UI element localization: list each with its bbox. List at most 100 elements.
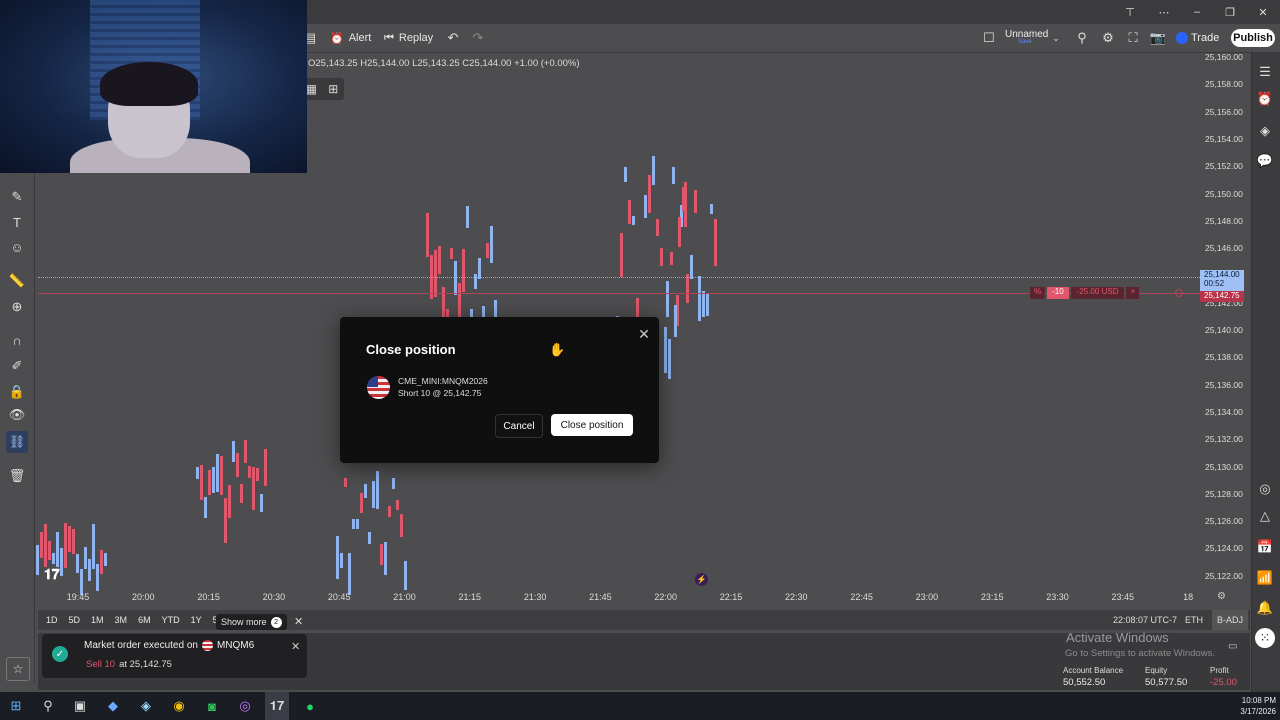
magnet-icon[interactable]: ∩ bbox=[6, 329, 28, 351]
time-axis-label: 23:15 bbox=[980, 592, 1004, 602]
toast-side: Sell 10 bbox=[86, 659, 116, 670]
layout-save-label[interactable]: Save bbox=[1018, 39, 1032, 45]
discord-icon[interactable]: ◙ bbox=[200, 692, 224, 720]
axis-settings-icon[interactable]: ⚙ bbox=[1217, 591, 1226, 602]
quick-search-icon[interactable]: ⚲ bbox=[1072, 24, 1092, 52]
status-time[interactable]: 22:08:07 UTC-7 bbox=[1113, 610, 1177, 630]
candle bbox=[248, 466, 251, 479]
toast-close-icon[interactable]: ✕ bbox=[291, 640, 300, 653]
session-label[interactable]: ETH bbox=[1185, 610, 1203, 630]
feed-icon[interactable]: 📶 bbox=[1255, 568, 1275, 588]
chevron-down-icon[interactable]: ⌄ bbox=[1046, 24, 1066, 52]
panel-collapse-icon[interactable]: ▭ bbox=[1228, 641, 1237, 652]
trade-button[interactable]: Trade bbox=[1176, 29, 1219, 47]
range-button-1d[interactable]: 1D bbox=[46, 615, 58, 625]
show-more-button[interactable]: Show more 2 bbox=[216, 614, 287, 630]
close-show-more-icon[interactable]: ✕ bbox=[294, 615, 303, 628]
apps-grid-icon[interactable]: ⁙ bbox=[1255, 628, 1275, 648]
brush-icon[interactable]: ✎ bbox=[6, 186, 28, 208]
notifications-icon[interactable]: 🔔 bbox=[1255, 598, 1275, 618]
app-icon[interactable]: ◈ bbox=[134, 692, 158, 720]
price-axis[interactable]: 25,160.00 25,158.00 25,156.00 25,154.00 25,1… bbox=[1200, 52, 1250, 606]
close-icon[interactable]: ✕ bbox=[635, 325, 653, 343]
candle bbox=[60, 548, 63, 576]
publish-button[interactable]: Publish bbox=[1231, 29, 1275, 47]
position-percent[interactable]: % bbox=[1030, 287, 1046, 299]
candle bbox=[360, 493, 363, 513]
target-icon[interactable]: ◎ bbox=[1255, 479, 1275, 499]
favorite-star-icon[interactable]: ☆ bbox=[6, 657, 30, 681]
settings-icon[interactable]: ⚙ bbox=[1098, 24, 1118, 52]
close-window-icon[interactable]: ✕ bbox=[1253, 4, 1273, 20]
range-button-1y[interactable]: 1Y bbox=[191, 615, 202, 625]
redo-icon[interactable]: ↷ bbox=[468, 24, 488, 52]
zoom-in-icon[interactable]: ⊕ bbox=[6, 296, 28, 318]
event-marker-icon[interactable]: ⚡ bbox=[695, 573, 708, 586]
lock-icon[interactable]: 🔒 bbox=[6, 381, 28, 403]
fullscreen-icon[interactable]: ⛶ bbox=[1123, 24, 1143, 52]
copilot-icon[interactable]: ◆ bbox=[101, 692, 125, 720]
camera-icon[interactable]: 📷 bbox=[1148, 24, 1168, 52]
current-price-tag: 25,144.00 00:52 bbox=[1200, 270, 1244, 291]
range-button-5d[interactable]: 5D bbox=[69, 615, 81, 625]
price-axis-label: 25,146.00 bbox=[1205, 243, 1243, 254]
replay-label: Replay bbox=[398, 32, 434, 44]
trade-label: Trade bbox=[1191, 32, 1220, 44]
toast-symbol[interactable]: MNQM6 bbox=[217, 640, 254, 651]
restore-icon[interactable]: ❐ bbox=[1220, 4, 1240, 20]
emoji-icon[interactable]: ☺ bbox=[6, 236, 28, 258]
price-axis-label: 25,124.00 bbox=[1205, 543, 1243, 554]
alerts-clock-icon[interactable]: ⏰ bbox=[1255, 89, 1275, 109]
minimize-icon[interactable]: – bbox=[1187, 4, 1207, 20]
close-position-button[interactable]: Close position bbox=[551, 414, 633, 436]
time-axis-label: 21:00 bbox=[393, 592, 416, 602]
dialog-position: Short 10 @ 25,142.75 bbox=[398, 388, 482, 398]
price-axis-label: 25,132.00 bbox=[1205, 434, 1243, 445]
time-axis-label: 19:45 bbox=[66, 592, 90, 602]
candle bbox=[396, 500, 399, 510]
calendar-icon[interactable]: 📅 bbox=[1255, 537, 1275, 557]
lock-drawing-icon[interactable]: ✐ bbox=[6, 355, 28, 377]
candle bbox=[224, 498, 227, 544]
trash-icon[interactable]: 🗑 bbox=[6, 465, 28, 487]
spotify-icon[interactable]: ● bbox=[298, 692, 322, 720]
layout-icon[interactable]: ☐ bbox=[979, 24, 999, 52]
position-close-icon[interactable]: × bbox=[1126, 287, 1140, 299]
candle bbox=[44, 523, 47, 568]
candle bbox=[450, 248, 453, 260]
obs-icon[interactable]: ◎ bbox=[233, 692, 257, 720]
time-axis-label: 20:30 bbox=[262, 592, 286, 602]
windows-start-icon[interactable]: ⊞ bbox=[4, 692, 28, 720]
replay-button[interactable]: ⏮ Replay bbox=[384, 24, 433, 52]
layers-icon[interactable]: ◈ bbox=[1255, 121, 1275, 141]
bar-countdown: 00:52 bbox=[1204, 279, 1225, 288]
range-button-3m[interactable]: 3M bbox=[115, 615, 128, 625]
chat-icon[interactable]: 💬 bbox=[1255, 151, 1275, 171]
position-drag-handle[interactable] bbox=[1175, 289, 1183, 297]
activate-windows-subtitle: Go to Settings to activate Windows. bbox=[1065, 648, 1215, 659]
eye-icon[interactable]: 👁 bbox=[6, 404, 28, 426]
chrome-icon[interactable]: ◉ bbox=[167, 692, 191, 720]
ruler-icon[interactable]: 📏 bbox=[6, 270, 28, 292]
more-icon[interactable]: ⋯ bbox=[1154, 4, 1174, 20]
cancel-button[interactable]: Cancel bbox=[495, 414, 543, 438]
range-button-1m[interactable]: 1M bbox=[91, 615, 104, 625]
pin-icon[interactable]: ⊤ bbox=[1120, 4, 1140, 20]
tradingview-taskbar-icon[interactable]: 𝟏𝟕 bbox=[265, 692, 289, 720]
range-button-ytd[interactable]: YTD bbox=[162, 615, 180, 625]
alert-button[interactable]: ⏰ Alert bbox=[330, 24, 371, 52]
adjustment-label[interactable]: B-ADJ bbox=[1212, 610, 1249, 630]
time-axis[interactable]: 19:45 20:00 20:15 20:30 20:45 21:00 21:15 21:30… bbox=[38, 588, 1200, 608]
text-icon[interactable]: T bbox=[6, 211, 28, 233]
task-view-icon[interactable]: ▣ bbox=[68, 692, 92, 720]
time-axis-label: 22:45 bbox=[850, 592, 873, 602]
equity-value: 50,577.50 bbox=[1145, 677, 1188, 688]
position-label[interactable]: % -10 -25.00 USD × bbox=[1030, 287, 1140, 299]
ideas-icon[interactable]: △ bbox=[1255, 506, 1275, 526]
undo-icon[interactable]: ↶ bbox=[443, 24, 463, 52]
link-icon[interactable]: ⛓ bbox=[6, 431, 28, 453]
price-axis-label: 25,122.00 bbox=[1205, 570, 1243, 581]
search-icon[interactable]: ⚲ bbox=[36, 692, 60, 720]
watchlist-icon[interactable]: ☰ bbox=[1255, 62, 1275, 82]
range-button-6m[interactable]: 6M bbox=[138, 615, 151, 625]
